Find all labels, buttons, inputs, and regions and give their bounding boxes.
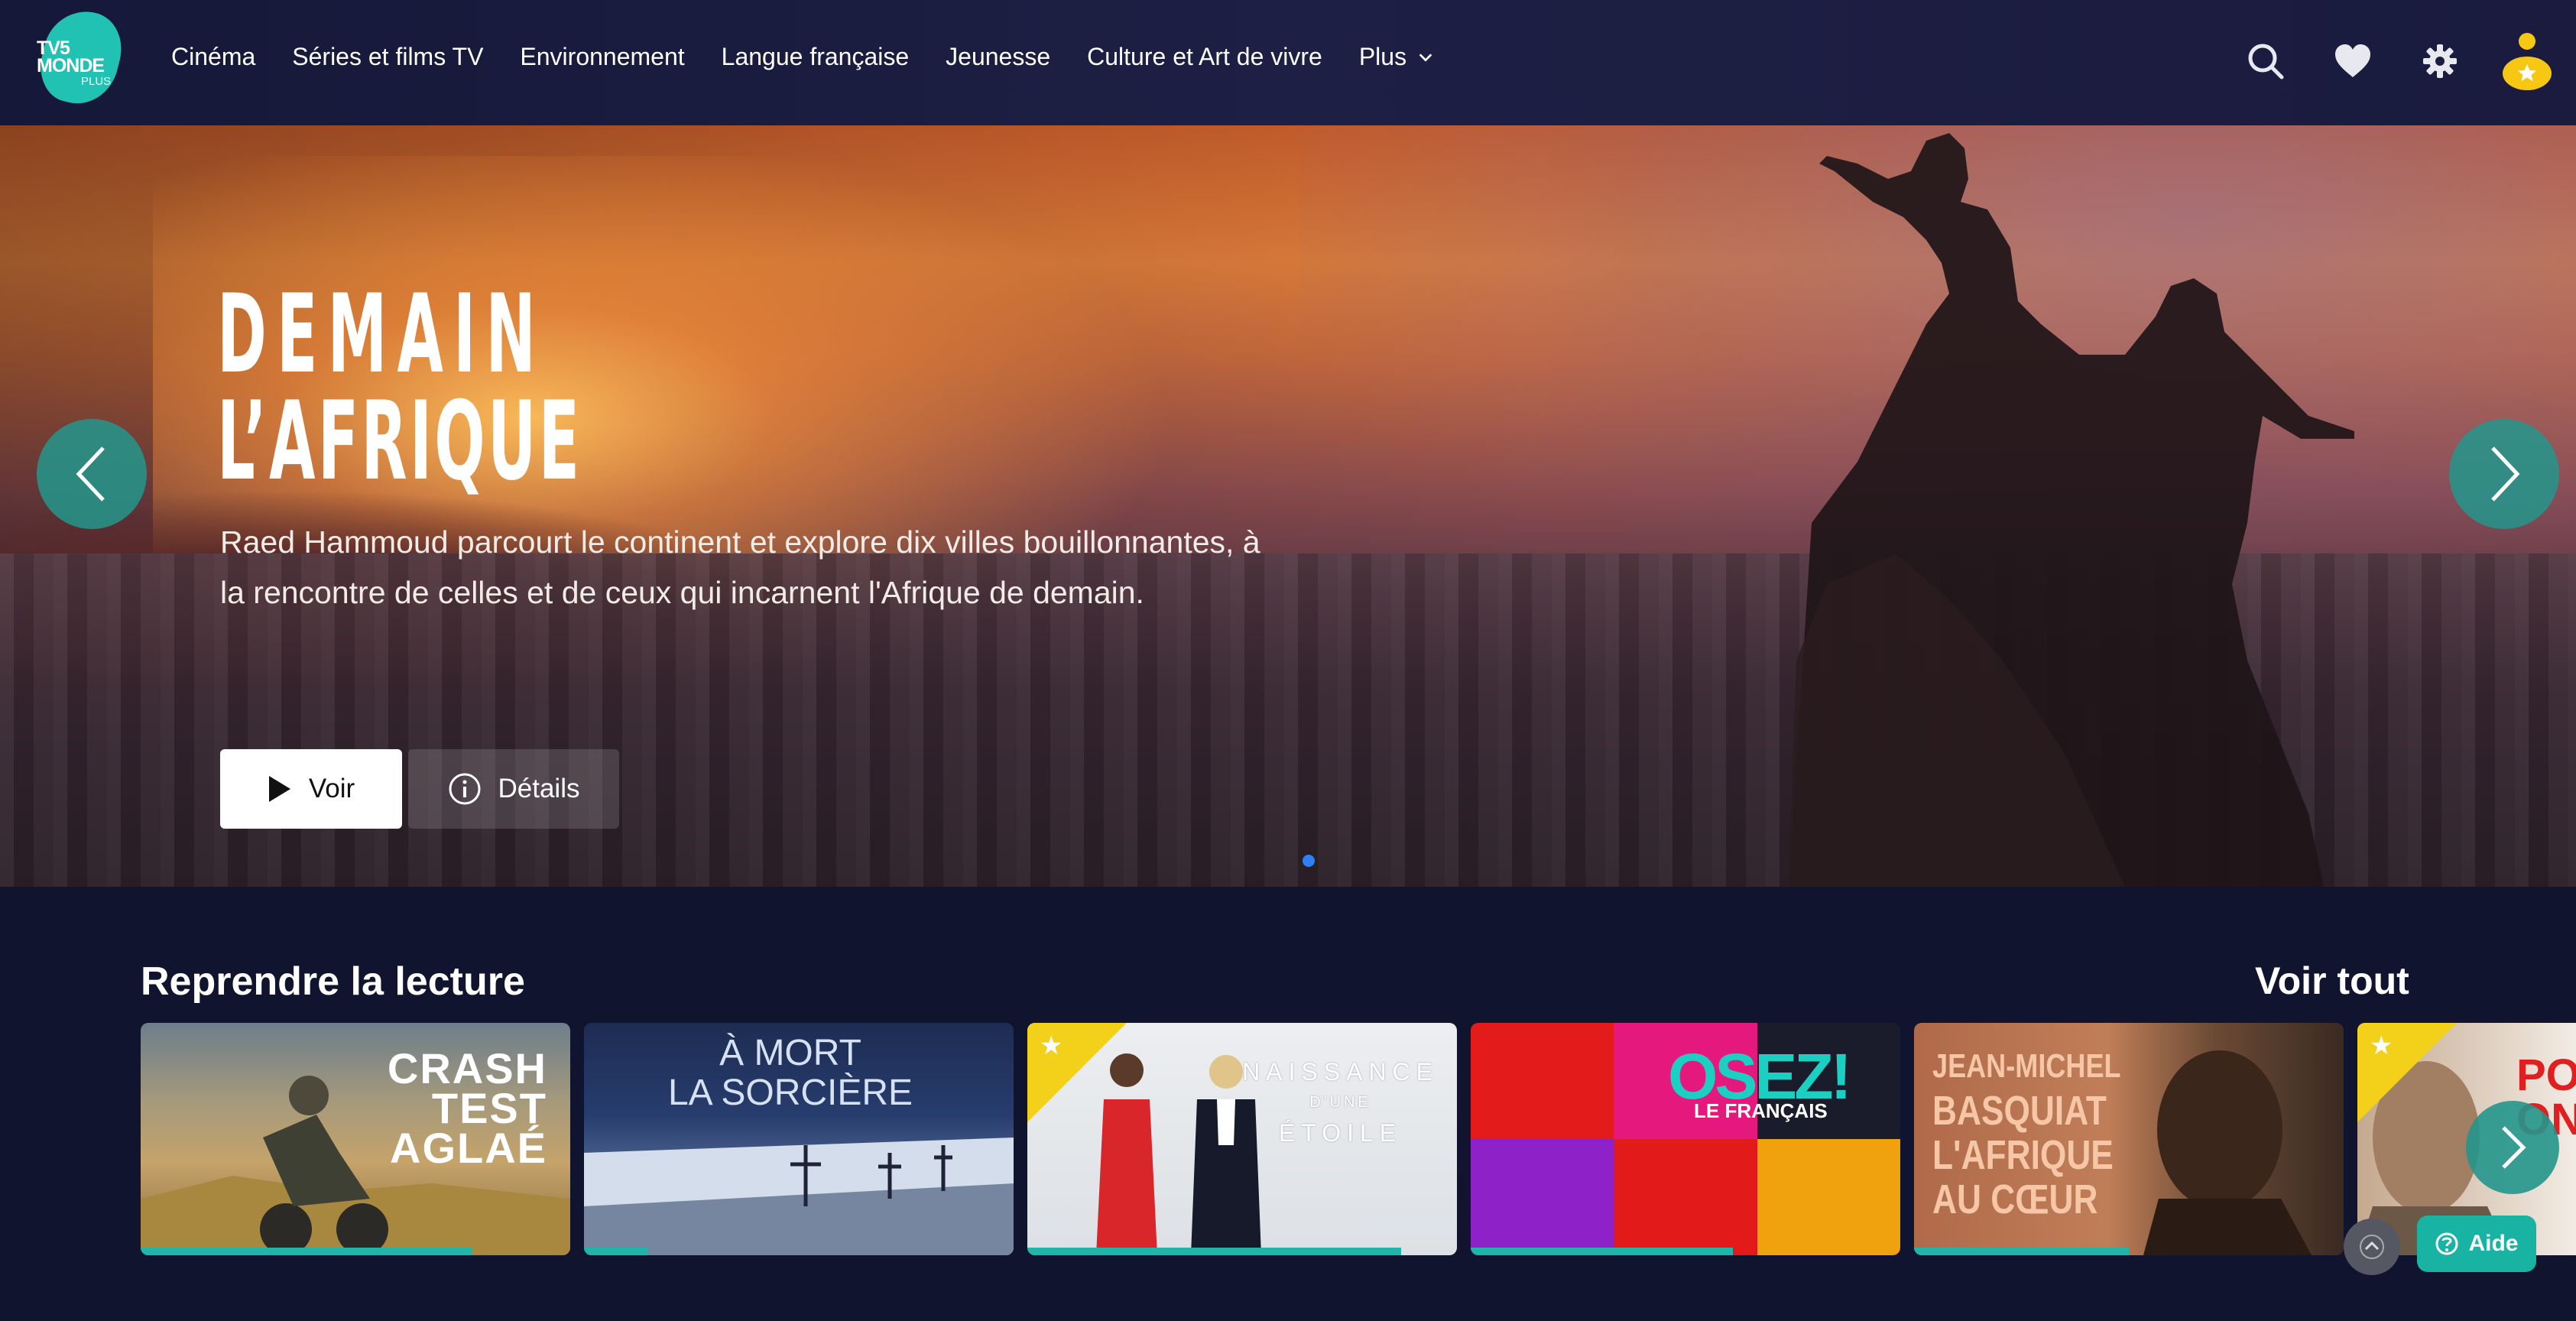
star-icon: ★ <box>1040 1031 1063 1061</box>
nav-label: Culture et Art de vivre <box>1087 43 1322 70</box>
hero-title-line-1: DEMAIN <box>217 271 546 398</box>
progress-bar <box>584 1248 649 1255</box>
hero-banner: DEMAIN L’AFRIQUE Raed Hammoud parcourt l… <box>0 125 2576 887</box>
card-title-line: JEAN-MICHEL <box>1932 1047 2121 1085</box>
nav-label: Jeunesse <box>946 43 1051 70</box>
scroll-top-button[interactable] <box>2344 1219 2400 1275</box>
content-card-basquiat[interactable]: JEAN-MICHEL BASQUIAT L'AFRIQUE AU CŒUR <box>1914 1023 2344 1255</box>
details-button[interactable]: Détails <box>408 749 619 829</box>
card-title-line: BASQUIAT <box>1932 1088 2107 1134</box>
logo-text: TV5 MONDE <box>37 39 105 76</box>
progress-bar <box>1914 1248 2129 1255</box>
card-title-line: AU CŒUR <box>1932 1177 2098 1222</box>
card-title: CRASH TEST AGLAÉ <box>387 1044 547 1172</box>
chevron-left-icon <box>76 446 105 501</box>
chevron-down-icon <box>1419 53 1432 62</box>
progress-bar <box>141 1248 472 1255</box>
nav-item-plus[interactable]: Plus <box>1359 43 1434 71</box>
nav-item-langue[interactable]: Langue française <box>722 43 910 71</box>
card-title-line: NAISSANCE <box>1242 1058 1439 1086</box>
play-label: Voir <box>308 774 355 803</box>
chevron-right-icon <box>2502 1126 2526 1169</box>
nav-label: Plus <box>1358 43 1407 70</box>
profile-icon[interactable] <box>2501 31 2553 92</box>
logo-line-2: MONDE <box>37 55 105 76</box>
row-next-button[interactable] <box>2466 1101 2559 1194</box>
details-label: Détails <box>498 774 580 803</box>
heart-icon[interactable] <box>2327 31 2379 92</box>
nav-item-culture[interactable]: Culture et Art de vivre <box>1087 43 1322 71</box>
logo-sub: PLUS <box>81 75 112 88</box>
question-icon <box>2435 1232 2458 1255</box>
content-card-crash-test-aglae[interactable]: CRASH TEST AGLAÉ <box>141 1023 570 1255</box>
top-header: TV5 MONDE PLUS Cinéma Séries et films TV… <box>0 0 2576 125</box>
content-card-a-mort-la-sorciere[interactable]: À MORT LA SORCIÈRE <box>584 1023 1014 1255</box>
hero-description: Raed Hammoud parcourt le continent et ex… <box>220 524 1260 610</box>
carousel-dot-active[interactable] <box>1303 855 1315 867</box>
nav-label: Séries et films TV <box>292 43 484 70</box>
card-title-line: LA SORCIÈRE <box>667 1073 913 1113</box>
card-title-line: TEST <box>431 1084 547 1132</box>
play-icon <box>268 776 290 802</box>
nav-item-environnement[interactable]: Environnement <box>520 43 684 71</box>
play-button[interactable]: Voir <box>220 749 402 829</box>
nav-item-jeunesse[interactable]: Jeunesse <box>946 43 1050 71</box>
hero-title-line-2: L’AFRIQUE <box>217 378 582 505</box>
see-all-link[interactable]: Voir tout <box>2255 959 2409 1003</box>
card-title: À MORT LA SORCIÈRE <box>638 1034 943 1113</box>
help-button[interactable]: Aide <box>2417 1216 2536 1272</box>
chevron-right-icon <box>2491 446 2520 501</box>
card-title-line: CRASH <box>387 1044 547 1092</box>
star-icon: ★ <box>2370 1031 2393 1061</box>
content-card-osez-le-francais[interactable]: OSEZ! LE FRANÇAIS <box>1471 1023 1900 1255</box>
card-subtitle: LE FRANÇAIS <box>1694 1099 1828 1122</box>
header-actions <box>2240 31 2553 92</box>
hero-prev-button[interactable] <box>37 419 147 529</box>
resume-section-title: Reprendre la lecture <box>141 959 525 1004</box>
progress-bar <box>1027 1248 1401 1255</box>
chevron-up-icon <box>2360 1235 2384 1259</box>
premium-badge: ★ <box>2357 1023 2457 1122</box>
content-card-naissance-dune-etoile[interactable]: ★ NAISSANCE D'UNE ÉTOILE <box>1027 1023 1457 1255</box>
search-icon[interactable] <box>2240 31 2292 92</box>
main-nav: Cinéma Séries et films TV Environnement … <box>171 43 1434 71</box>
premium-badge: ★ <box>1027 1023 1127 1122</box>
card-title-line: L'AFRIQUE <box>1932 1132 2114 1178</box>
card-title: JEAN-MICHEL BASQUIAT L'AFRIQUE AU CŒUR <box>1932 1044 2121 1222</box>
card-title-line: PO <box>2516 1050 2576 1100</box>
nav-item-cinema[interactable]: Cinéma <box>171 43 255 71</box>
info-icon <box>449 773 480 805</box>
gear-icon[interactable] <box>2414 31 2466 92</box>
nav-item-series[interactable]: Séries et films TV <box>292 43 483 71</box>
tv5monde-plus-logo[interactable]: TV5 MONDE PLUS <box>32 2 130 112</box>
nav-label: Langue française <box>721 43 910 70</box>
card-title-line: D'UNE <box>1309 1094 1371 1111</box>
card-title-line: À MORT <box>719 1033 861 1073</box>
hero-next-button[interactable] <box>2449 419 2559 529</box>
progress-bar <box>1471 1248 1733 1255</box>
nav-label: Environnement <box>520 43 685 70</box>
help-label: Aide <box>2468 1231 2519 1256</box>
hero-statue-image <box>1789 133 2354 887</box>
card-title-line: AGLAÉ <box>390 1124 547 1172</box>
nav-label: Cinéma <box>171 43 256 70</box>
hero-title: DEMAIN L’AFRIQUE <box>217 271 582 505</box>
card-title: NAISSANCE D'UNE ÉTOILE <box>1242 1056 1439 1148</box>
card-title-line: ÉTOILE <box>1278 1119 1403 1147</box>
